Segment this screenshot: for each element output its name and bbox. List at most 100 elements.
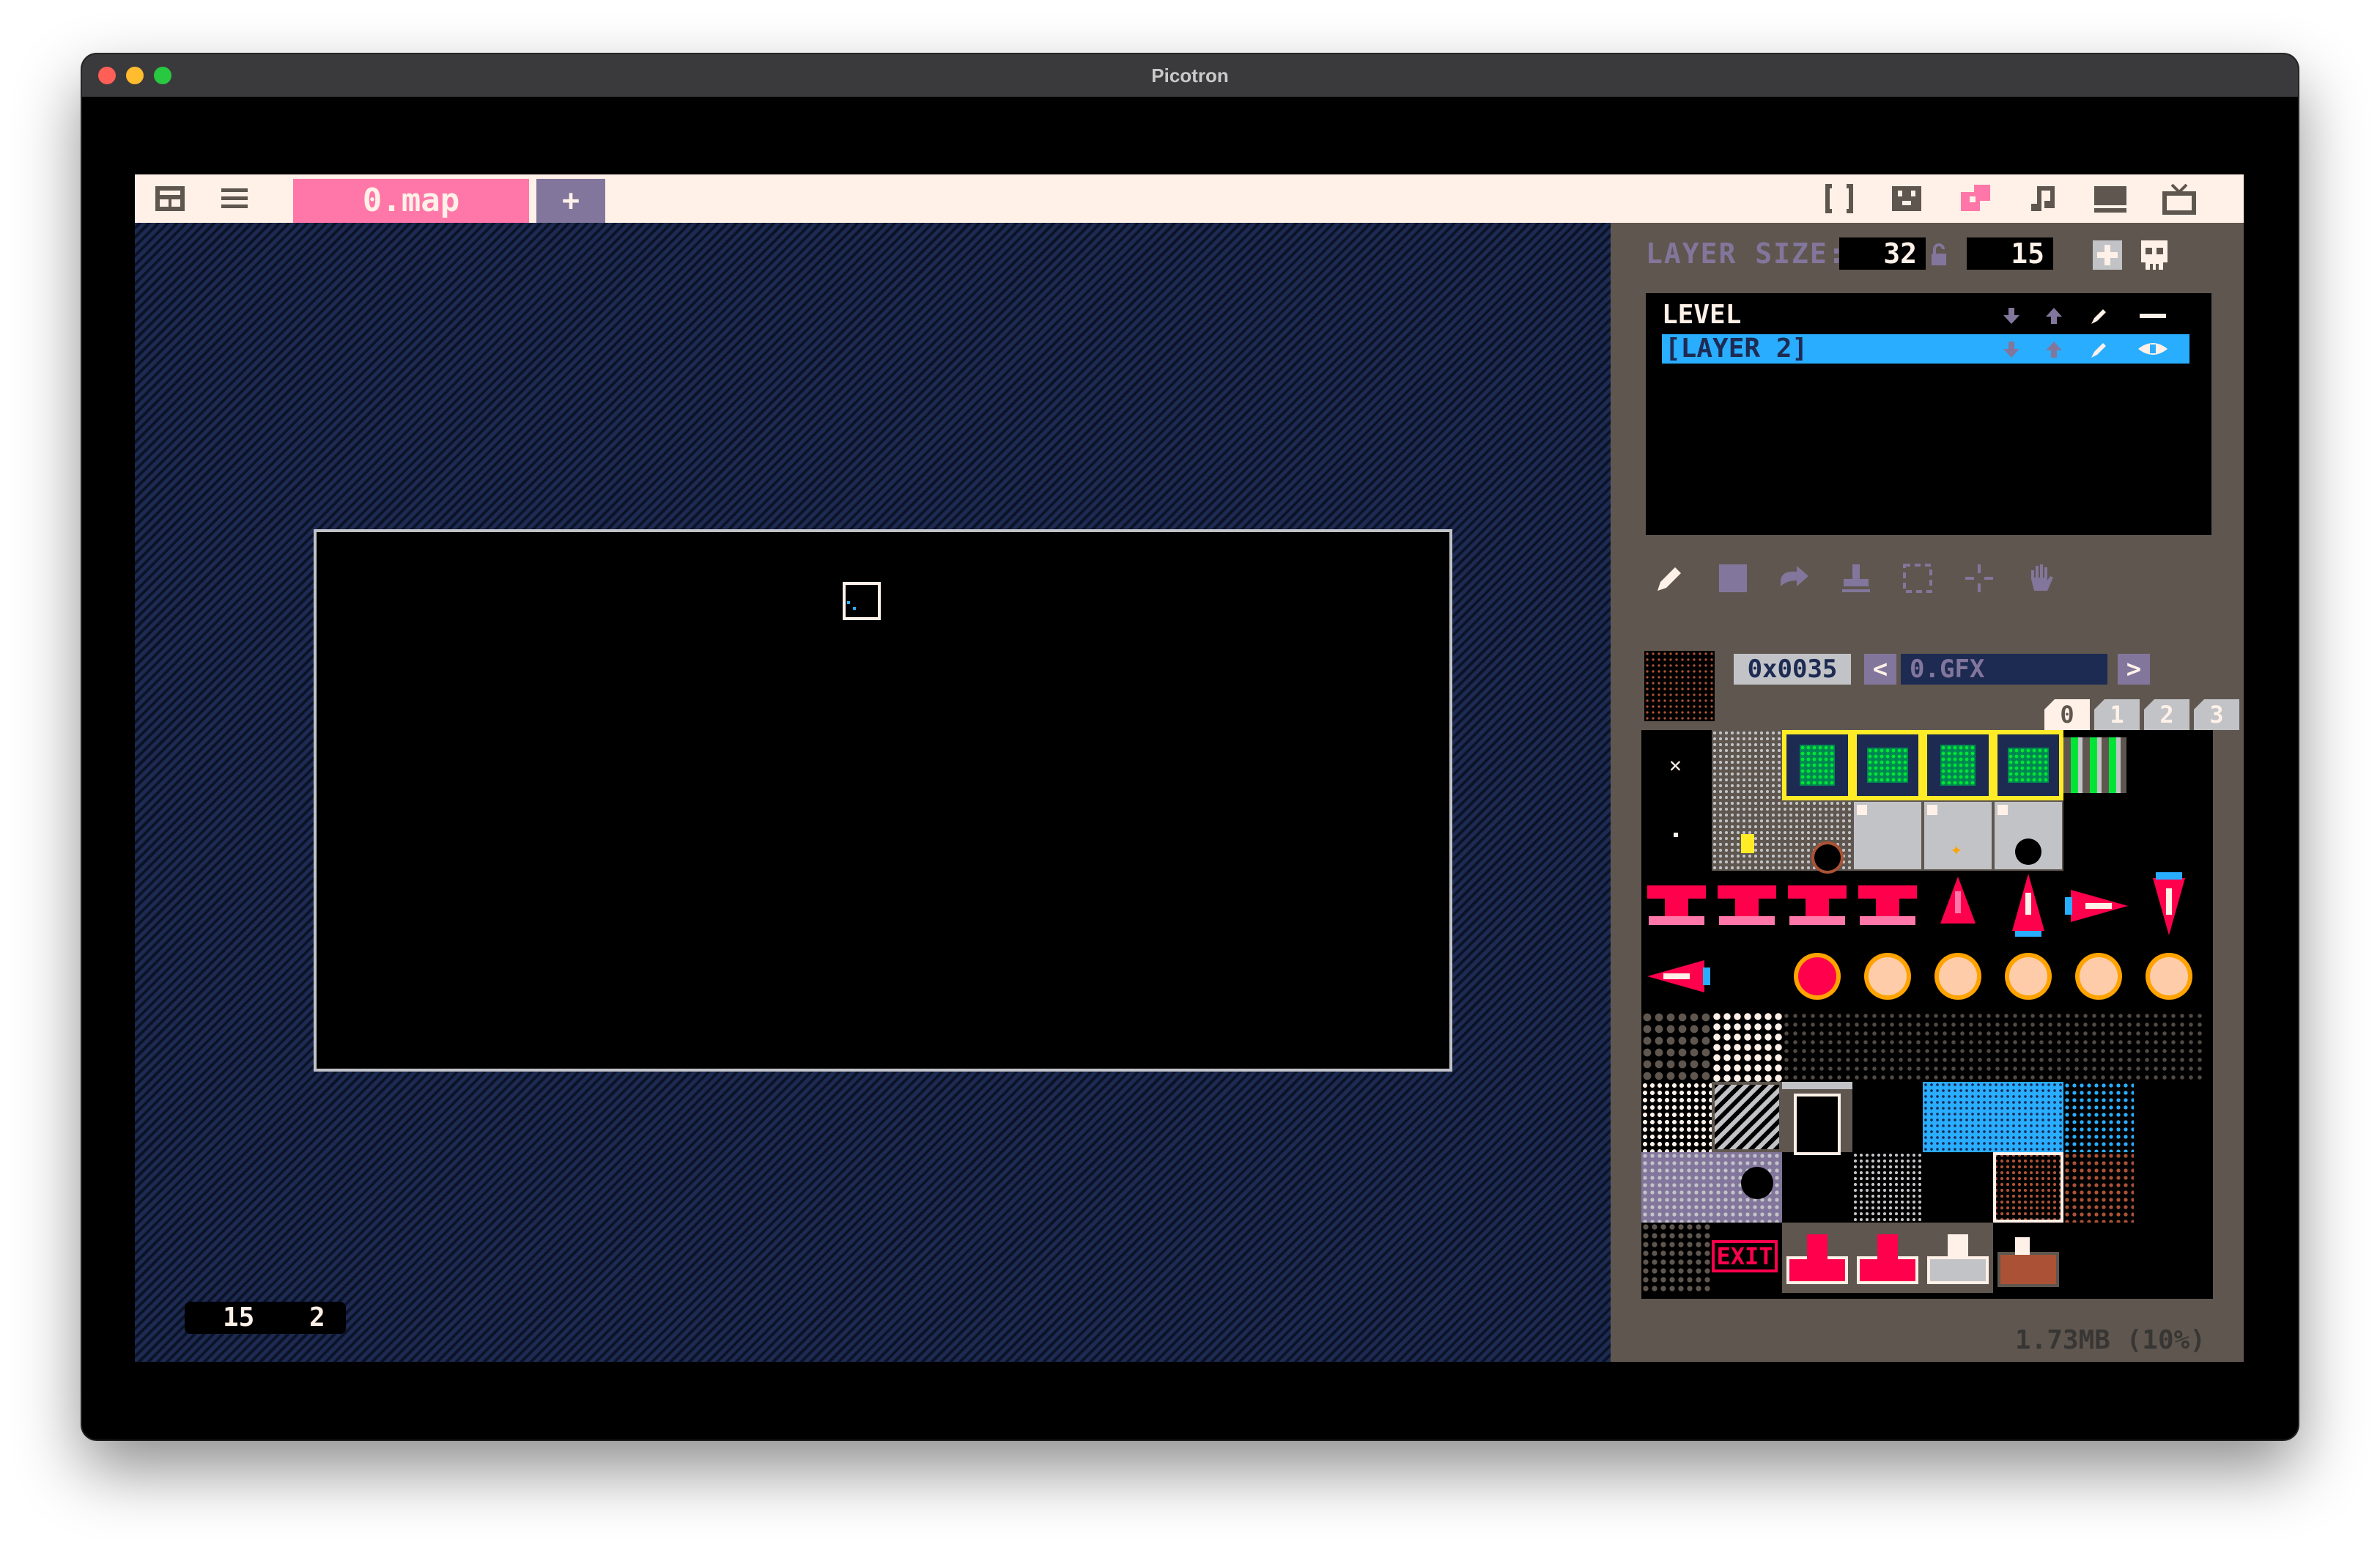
sprite-bank-tab-1[interactable]: 1 [2094, 699, 2140, 730]
sprite-tile-orb[interactable] [1852, 941, 1923, 1011]
move-down-icon[interactable] [2000, 339, 2022, 361]
title-bar: Picotron [82, 54, 2298, 97]
sprite-tile-chip[interactable] [1852, 730, 1923, 800]
sprite-tile-rocket-right[interactable] [2063, 871, 2134, 941]
sprite-tile-rocket[interactable] [1993, 871, 2063, 941]
lock-icon[interactable] [1929, 243, 1949, 267]
move-up-icon[interactable] [2043, 339, 2065, 361]
pan-tool-icon[interactable] [1962, 561, 1996, 595]
star-icon: ✦ [1951, 838, 1962, 860]
tab-file-0-map[interactable]: 0.map [293, 179, 529, 223]
sprite-tile-gate[interactable] [2063, 737, 2126, 793]
workspace-switch-icon[interactable] [152, 182, 188, 215]
gfx-prev-button[interactable]: < [1864, 654, 1896, 685]
sprite-tile-exit-sign[interactable]: EXIT [1712, 1223, 1782, 1293]
workspace-bar: 0.map + [135, 174, 2244, 223]
sprite-tile-rubble[interactable] [1641, 1223, 1712, 1293]
menu-icon[interactable] [217, 182, 252, 215]
sprite-tile-ship[interactable] [1641, 871, 1712, 941]
sprite-tile-hatch[interactable] [1712, 1082, 1782, 1152]
layer-name: [LAYER 2] [1665, 333, 1808, 364]
sprite-tile-ship[interactable] [1712, 871, 1782, 941]
sprite-tile-rocket-left[interactable] [1641, 941, 1712, 1011]
layer-size-label: LAYER SIZE: [1646, 237, 1847, 270]
map-editor-icon[interactable] [1958, 182, 1993, 215]
sprite-tile-switch[interactable] [1852, 1223, 1923, 1293]
stamp-tool-icon[interactable] [1839, 561, 1873, 595]
sprite-tile-switch-off[interactable] [1923, 1223, 1993, 1293]
sprite-bank-tab-0[interactable]: 0 [2044, 699, 2090, 730]
map-sidebar: LAYER SIZE: 32 15 LEVEL [LAYER 2] 0x0035… [1611, 223, 2244, 1362]
sprite-tile-panel[interactable] [1852, 800, 1923, 871]
sprite-tile-orb[interactable] [1782, 941, 1852, 1011]
hand-tool-icon[interactable] [2024, 561, 2058, 595]
fill-tool-icon[interactable] [1778, 561, 1811, 595]
sprite-tile-ship[interactable] [1782, 871, 1852, 941]
rectangle-tool-icon[interactable] [1716, 561, 1750, 595]
pencil-tool-icon[interactable] [1653, 561, 1687, 595]
new-tab-button[interactable]: + [536, 179, 605, 223]
sprite-tile-water-sparse[interactable] [2063, 1082, 2134, 1152]
gfx-file-field[interactable]: 0.GFX [1901, 654, 2107, 685]
sprite-tile-panel-hole[interactable] [1993, 800, 2063, 871]
sprite-tile-water[interactable] [1923, 1082, 2063, 1152]
sprite-tile-orb[interactable] [1993, 941, 2063, 1011]
sprite-sheet[interactable]: ✕ ✦ EXIT [1641, 730, 2213, 1299]
music-editor-icon[interactable] [2025, 182, 2061, 215]
add-layer-icon[interactable] [2091, 239, 2124, 271]
sprite-tile-rocket[interactable] [1923, 871, 1993, 941]
eye-visibility-icon[interactable] [2135, 337, 2170, 361]
sprite-tile-orb[interactable] [1923, 941, 1993, 1011]
sprite-bank-tab-3[interactable]: 3 [2194, 699, 2239, 730]
sprite-tile-chip[interactable] [1993, 730, 2063, 800]
sprite-tile-selected[interactable] [1993, 1152, 2063, 1223]
coord-y: 2 [309, 1302, 325, 1333]
sprite-tile-chip[interactable] [1923, 730, 1993, 800]
hidden-visibility-icon[interactable] [2138, 305, 2168, 327]
sprite-bank-tab-2[interactable]: 2 [2144, 699, 2189, 730]
sprite-tile-rust[interactable] [2063, 1152, 2134, 1223]
sprite-tile-mesh[interactable] [1852, 1152, 1923, 1223]
sprite-editor-icon[interactable] [1889, 182, 1924, 215]
sprite-tile-switch[interactable] [1782, 1223, 1852, 1293]
sprite-id-field[interactable]: 0x0035 [1734, 654, 1851, 685]
move-up-icon[interactable] [2043, 305, 2065, 327]
layers-list: LEVEL [LAYER 2] [1646, 293, 2211, 535]
sprite-tile-debris[interactable] [1641, 1011, 1712, 1082]
window-title: Picotron [1151, 64, 1229, 86]
exit-sign: EXIT [1712, 1240, 1778, 1272]
sprite-tile-stone-wall[interactable] [1712, 800, 1852, 871]
gfx-next-button[interactable]: > [2118, 654, 2150, 685]
sprite-tile-dust[interactable] [1782, 1011, 2204, 1082]
sprite-tile-chip[interactable] [1782, 730, 1852, 800]
sprite-tile-orb[interactable] [2063, 941, 2134, 1011]
edit-layer-icon[interactable] [2088, 339, 2110, 361]
sprite-tile-rocket-down[interactable] [2134, 871, 2204, 941]
picotron-screen: 0.map + 15 2 LAYER SIZE: 32 15 LEVEL [LA… [135, 174, 2244, 1362]
layer-width-field[interactable]: 32 [1839, 237, 1926, 270]
sprite-tile-panel-star[interactable]: ✦ [1923, 800, 1993, 871]
sprite-tile-empty[interactable]: ✕ [1641, 730, 1712, 800]
desktop-icon[interactable] [2093, 182, 2128, 215]
sprite-tile-debris-light[interactable] [1712, 1011, 1782, 1082]
layer-row-layer-2[interactable]: [LAYER 2] [1662, 334, 2189, 364]
edit-layer-icon[interactable] [2088, 305, 2110, 327]
sprite-tile-ship[interactable] [1852, 871, 1923, 941]
sprite-tile-door[interactable] [1782, 1082, 1852, 1152]
sprite-tile-dot[interactable] [1641, 800, 1712, 871]
sprite-tile-orb[interactable] [2134, 941, 2204, 1011]
map-layer-bounds[interactable] [314, 529, 1452, 1072]
layer-height-field[interactable]: 15 [1967, 237, 2053, 270]
map-canvas[interactable]: 15 2 [135, 223, 1611, 1362]
sprite-tile-cart[interactable] [1993, 1223, 2063, 1293]
sprite-tile-noise[interactable] [1641, 1082, 1712, 1152]
tv-icon[interactable] [2162, 182, 2197, 215]
app-window: Picotron 0.map + 15 2 LAYER SIZE: 32 15 … [82, 54, 2298, 1440]
layer-row-level[interactable]: LEVEL [1662, 301, 2189, 330]
select-tool-icon[interactable] [1901, 561, 1934, 595]
sprite-tile-rock[interactable] [1641, 1152, 1782, 1223]
move-down-icon[interactable] [2000, 305, 2022, 327]
skull-delete-layer-icon[interactable] [2137, 237, 2172, 273]
code-editor-icon[interactable] [1822, 182, 1857, 215]
sprite-tile-stone[interactable] [1712, 730, 1782, 800]
